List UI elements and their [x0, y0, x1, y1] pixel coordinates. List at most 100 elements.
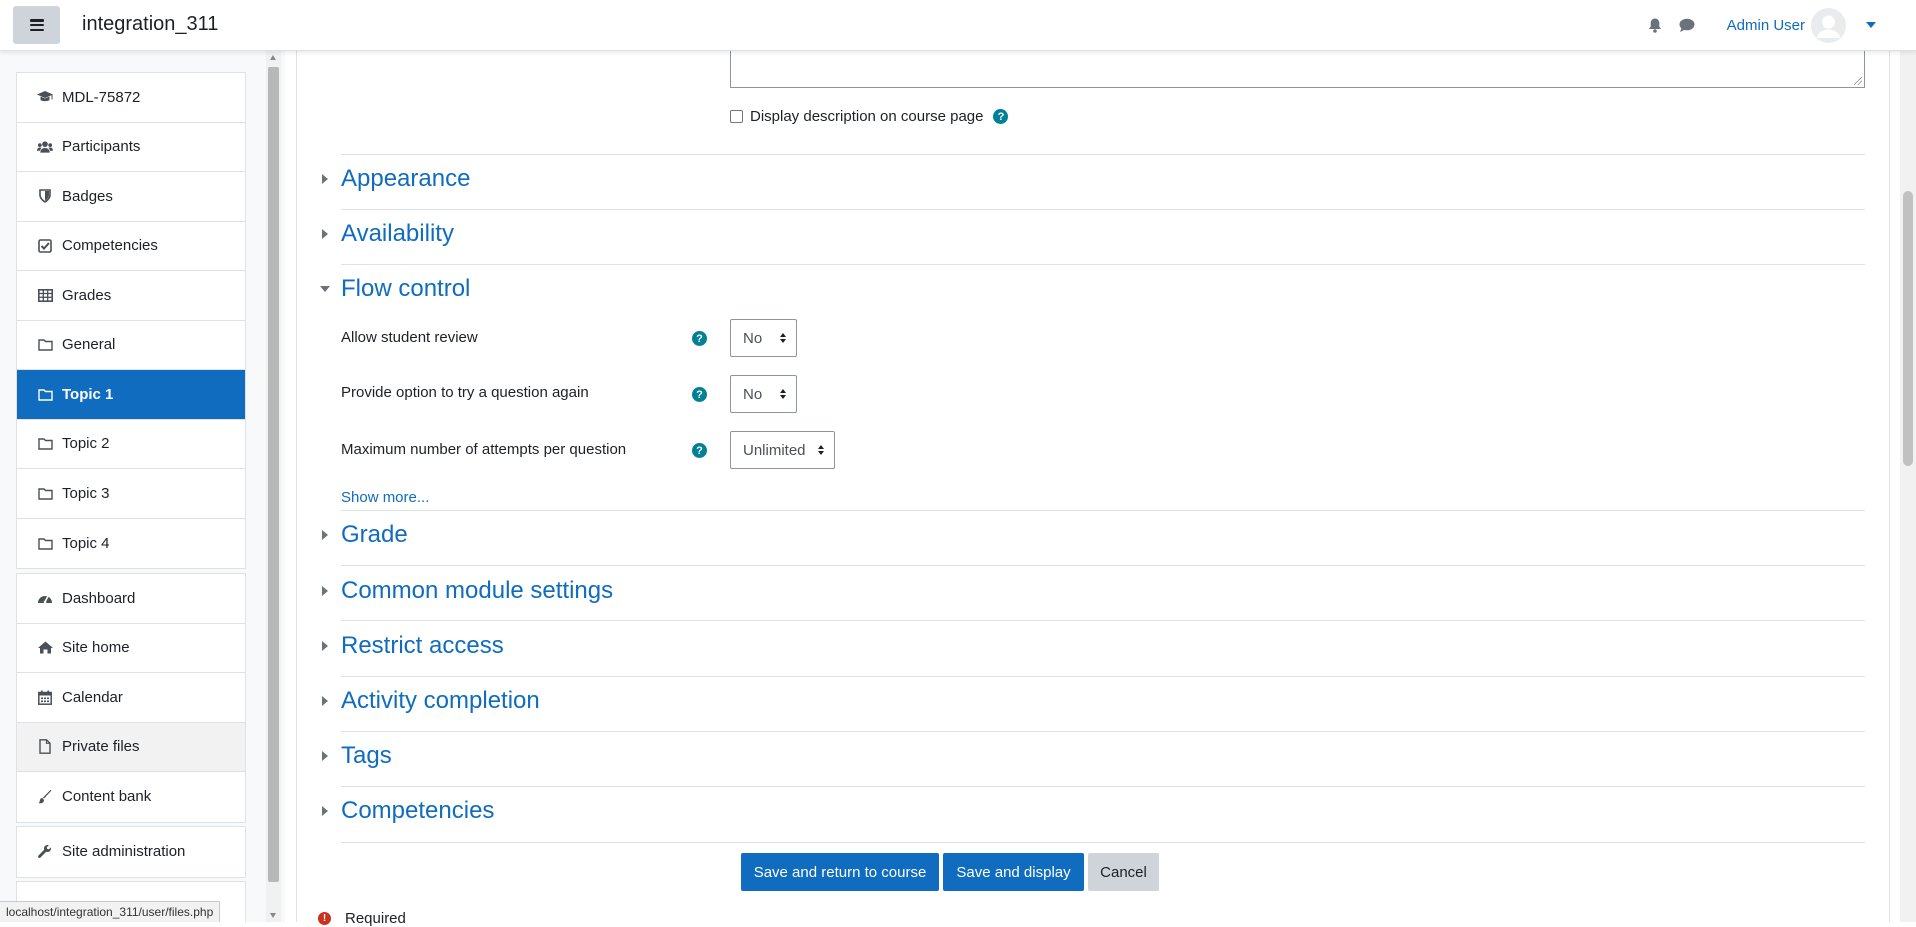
sidebar-item-competencies[interactable]: Competencies	[17, 222, 245, 271]
section-divider	[341, 154, 1865, 155]
cancel-button[interactable]: Cancel	[1088, 853, 1159, 891]
page-scrollbar[interactable]	[1900, 51, 1916, 922]
section-title: Availability	[341, 220, 454, 247]
page-scrollbar-thumb[interactable]	[1903, 191, 1913, 466]
section-competencies[interactable]: Competencies	[320, 797, 494, 825]
bell-icon[interactable]	[1647, 17, 1663, 33]
max-attempts-label: Maximum number of attempts per question	[341, 441, 627, 458]
file-icon	[37, 739, 53, 755]
sidebar-item-private-files[interactable]: Private files	[17, 722, 245, 772]
menu-icon	[29, 19, 44, 31]
sidebar-item-label: Topic 3	[62, 484, 110, 502]
sidebar-item-participants[interactable]: Participants	[17, 123, 245, 172]
sidebar-item-label: Dashboard	[62, 589, 136, 607]
site-nav-group: Dashboard Site home Calendar Private fil…	[16, 573, 246, 823]
folder-icon	[37, 386, 53, 402]
allow-review-select[interactable]: No	[730, 319, 797, 357]
required-icon: !	[318, 912, 331, 925]
sidebar-item-label: Participants	[62, 138, 141, 156]
help-icon[interactable]: ?	[692, 331, 707, 346]
sidebar-item-badges[interactable]: Badges	[17, 172, 245, 222]
sidebar-item-topic-1[interactable]: Topic 1	[17, 370, 245, 420]
help-icon[interactable]: ?	[993, 109, 1009, 124]
try-again-select[interactable]: No	[730, 375, 797, 413]
required-label: Required	[345, 910, 406, 927]
scroll-down-arrow-icon[interactable]	[270, 913, 276, 918]
select-arrows-icon	[780, 389, 786, 399]
sidebar-item-label: Grades	[62, 286, 112, 304]
section-title: Flow control	[341, 275, 471, 302]
help-icon[interactable]: ?	[692, 387, 707, 402]
nav-drawer: MDL-75872 Participants Badges Competenci…	[0, 51, 285, 922]
section-flow-control[interactable]: Flow control	[320, 275, 470, 303]
sidebar-item-grades[interactable]: Grades	[17, 271, 245, 321]
sidebar-item-dashboard[interactable]: Dashboard	[17, 574, 245, 624]
section-title: Activity completion	[341, 687, 540, 714]
graduation-cap-icon	[37, 89, 53, 105]
section-restrict-access[interactable]: Restrict access	[320, 632, 504, 660]
expand-icon	[322, 696, 328, 706]
table-icon	[37, 287, 53, 303]
display-description-row: Display description on course page ?	[730, 108, 1009, 125]
sidebar-item-label: Badges	[62, 187, 113, 205]
allow-review-label: Allow student review	[341, 329, 478, 346]
top-navbar: integration_311 Admin User	[0, 0, 1916, 51]
sidebar-item-site-home[interactable]: Site home	[17, 624, 245, 673]
caret-down-icon[interactable]	[1866, 22, 1876, 28]
check-square-icon	[37, 238, 53, 254]
show-more-link[interactable]: Show more...	[341, 489, 429, 506]
save-and-return-button[interactable]: Save and return to course	[741, 853, 939, 891]
sidebar-item-label: General	[62, 336, 116, 354]
select-value: No	[743, 385, 763, 403]
scroll-up-arrow-icon[interactable]	[270, 55, 276, 60]
section-common-module[interactable]: Common module settings	[320, 577, 613, 605]
section-divider	[341, 620, 1865, 621]
folder-icon	[37, 337, 53, 353]
section-divider	[341, 510, 1865, 511]
sidebar-item-topic-3[interactable]: Topic 3	[17, 469, 245, 519]
section-divider	[341, 842, 1865, 843]
select-value: Unlimited	[743, 441, 806, 459]
save-and-display-button[interactable]: Save and display	[943, 853, 1084, 891]
resize-grip-icon[interactable]	[1854, 77, 1862, 85]
chat-icon[interactable]	[1679, 17, 1695, 33]
help-icon[interactable]: ?	[692, 443, 707, 458]
section-title: Tags	[341, 742, 392, 769]
select-arrows-icon	[818, 445, 824, 455]
admin-nav-group: Site administration	[16, 826, 246, 878]
user-menu-name[interactable]: Admin User	[1727, 17, 1805, 34]
sidebar-item-calendar[interactable]: Calendar	[17, 673, 245, 723]
section-availability[interactable]: Availability	[320, 220, 454, 248]
sidebar-item-label: Topic 2	[62, 435, 110, 453]
menu-toggle-button[interactable]	[13, 6, 60, 44]
sidebar-item-label: MDL-75872	[62, 88, 141, 106]
display-description-label: Display description on course page	[750, 108, 984, 125]
max-attempts-row: Maximum number of attempts per question	[341, 441, 626, 458]
section-title: Appearance	[341, 165, 471, 192]
sidebar-item-topic-4[interactable]: Topic 4	[17, 519, 245, 569]
allow-review-row: Allow student review	[341, 329, 478, 346]
sidebar-item-topic-2[interactable]: Topic 2	[17, 420, 245, 469]
sidebar-item-site-administration[interactable]: Site administration	[17, 827, 245, 877]
section-divider	[341, 786, 1865, 787]
sidebar-item-general[interactable]: General	[17, 321, 245, 370]
section-appearance[interactable]: Appearance	[320, 165, 470, 193]
section-tags[interactable]: Tags	[320, 742, 392, 770]
sidebar-item-label: Calendar	[62, 688, 123, 706]
expand-icon	[322, 806, 328, 816]
sidebar-item-course[interactable]: MDL-75872	[17, 73, 245, 123]
drawer-scrollbar[interactable]	[266, 51, 281, 922]
display-description-checkbox[interactable]	[730, 110, 743, 123]
folder-icon	[37, 436, 53, 452]
try-again-row: Provide option to try a question again	[341, 384, 589, 401]
max-attempts-select[interactable]: Unlimited	[730, 431, 835, 469]
section-grade[interactable]: Grade	[320, 521, 408, 549]
wrench-icon	[37, 844, 53, 860]
section-activity-completion[interactable]: Activity completion	[320, 687, 540, 715]
user-avatar-icon[interactable]	[1811, 7, 1846, 43]
drawer-scrollbar-thumb[interactable]	[268, 67, 279, 882]
section-title: Restrict access	[341, 632, 504, 659]
sidebar-item-content-bank[interactable]: Content bank	[17, 772, 245, 822]
site-name[interactable]: integration_311	[82, 13, 218, 36]
section-divider	[341, 264, 1865, 265]
